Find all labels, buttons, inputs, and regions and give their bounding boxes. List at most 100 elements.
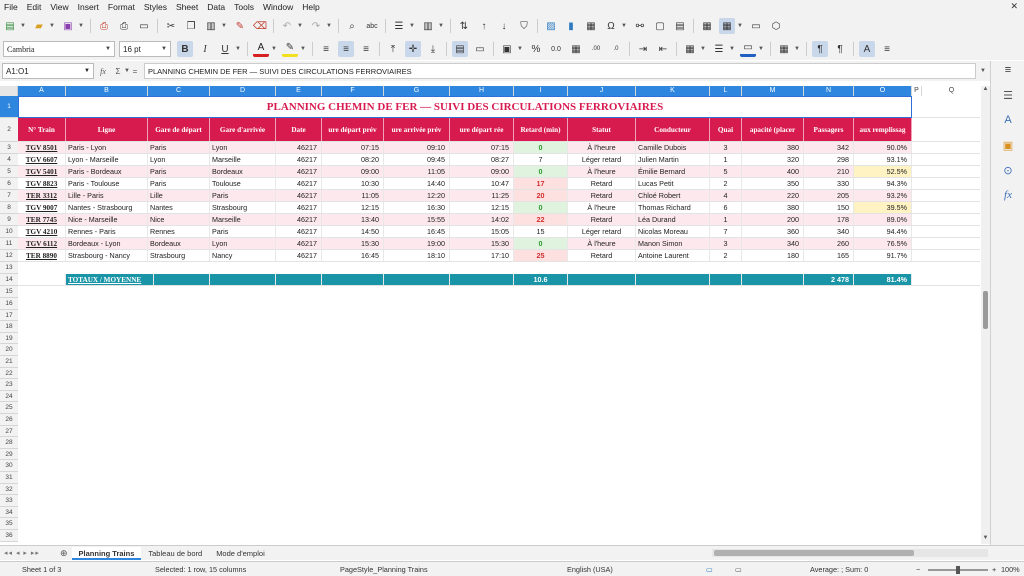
chevron-down-icon[interactable]: ▼: [326, 23, 333, 29]
table-cell[interactable]: 3: [710, 238, 742, 249]
insert-image-icon[interactable]: ▨: [543, 18, 559, 34]
totals-cell[interactable]: [710, 274, 742, 285]
chevron-down-icon[interactable]: ▼: [271, 46, 278, 52]
table-cell[interactable]: 1: [710, 214, 742, 225]
table-cell[interactable]: Nantes: [148, 202, 210, 213]
table-cell[interactable]: Paris: [148, 166, 210, 177]
menu-icon[interactable]: ≡: [1000, 64, 1016, 80]
row-header-1[interactable]: 1: [0, 96, 18, 118]
find-replace-icon[interactable]: ⌕: [344, 18, 360, 34]
row-header-34[interactable]: 34: [0, 506, 18, 519]
table-cell[interactable]: 13:40: [322, 214, 384, 225]
table-cell[interactable]: 11:05: [322, 190, 384, 201]
table-cell[interactable]: Retard: [568, 214, 636, 225]
table-cell[interactable]: 12:15: [450, 202, 514, 213]
row-header-4[interactable]: 4: [0, 154, 18, 166]
sort-descending-icon[interactable]: ↓: [496, 18, 512, 34]
table-cell[interactable]: 320: [742, 154, 804, 165]
chevron-down-icon[interactable]: ▼: [49, 23, 56, 29]
row-header-19[interactable]: 19: [0, 332, 18, 345]
table-cell[interactable]: 400: [742, 166, 804, 177]
row-header-28[interactable]: 28: [0, 437, 18, 449]
table-cell[interactable]: Marseille: [210, 154, 276, 165]
table-cell[interactable]: 2: [710, 178, 742, 189]
cut-icon[interactable]: ✂: [163, 18, 179, 34]
table-cell[interactable]: Lyon: [148, 154, 210, 165]
copy-icon[interactable]: ❐: [183, 18, 199, 34]
table-cell[interactable]: Manon Simon: [636, 238, 710, 249]
chevron-down-icon[interactable]: ▼: [438, 23, 445, 29]
table-cell[interactable]: 12:15: [322, 202, 384, 213]
table-cell[interactable]: 08:27: [450, 154, 514, 165]
spelling-icon[interactable]: abc: [364, 18, 380, 34]
table-cell[interactable]: 39.5%: [854, 202, 912, 213]
column-title[interactable]: Statut: [568, 118, 636, 141]
chevron-down-icon[interactable]: ▼: [84, 68, 90, 74]
bold-icon[interactable]: B: [177, 41, 193, 57]
border-style-icon[interactable]: ☰: [711, 41, 727, 57]
hyperlink-icon[interactable]: ⚯: [632, 18, 648, 34]
table-cell[interactable]: Paris: [148, 178, 210, 189]
chevron-down-icon[interactable]: ▼: [758, 46, 765, 52]
save-icon[interactable]: ▣: [60, 18, 76, 34]
table-cell[interactable]: 178: [804, 214, 854, 225]
table-cell[interactable]: 1: [710, 154, 742, 165]
row-header-36[interactable]: 36: [0, 530, 18, 542]
table-cell[interactable]: 09:00: [322, 166, 384, 177]
headers-footers-icon[interactable]: ▤: [672, 18, 688, 34]
table-cell[interactable]: Rennes: [148, 226, 210, 237]
column-header-p[interactable]: P: [912, 86, 922, 96]
zoom-slider[interactable]: [928, 566, 988, 574]
table-cell[interactable]: TER 7745: [18, 214, 66, 225]
row-header-5[interactable]: 5: [0, 166, 18, 178]
table-cell[interactable]: 91.7%: [854, 250, 912, 261]
formula-input[interactable]: PLANNING CHEMIN DE FER — SUIVI DES CIRCU…: [144, 63, 976, 79]
menu-styles[interactable]: Styles: [144, 2, 167, 12]
column-title[interactable]: Passagers: [804, 118, 854, 141]
undo-icon[interactable]: ↶: [279, 18, 295, 34]
left-to-right-icon[interactable]: ¶: [812, 41, 828, 57]
column-header-l[interactable]: L: [710, 86, 742, 96]
column-icon[interactable]: ▥: [420, 18, 436, 34]
table-cell[interactable]: 342: [804, 142, 854, 153]
scroll-up-icon[interactable]: ▲: [981, 86, 990, 95]
menu-view[interactable]: View: [50, 2, 68, 12]
table-cell[interactable]: Léger retard: [568, 154, 636, 165]
expand-formula-icon[interactable]: ▼: [976, 68, 990, 74]
font-name-combo[interactable]: Cambria ▼: [3, 41, 115, 57]
table-cell[interactable]: TGV 4210: [18, 226, 66, 237]
pivot-table-icon[interactable]: ▦: [583, 18, 599, 34]
menu-format[interactable]: Format: [108, 2, 135, 12]
table-cell[interactable]: 08:20: [322, 154, 384, 165]
table-cell[interactable]: Retard: [568, 190, 636, 201]
align-left-icon[interactable]: ≡: [318, 41, 334, 57]
table-cell[interactable]: Nantes - Strasbourg: [66, 202, 148, 213]
conditional-format-icon[interactable]: ▦: [776, 41, 792, 57]
sheet-title[interactable]: PLANNING CHEMIN DE FER — SUIVI DES CIRCU…: [18, 96, 912, 118]
table-cell[interactable]: 6: [710, 202, 742, 213]
table-cell[interactable]: Julien Martin: [636, 154, 710, 165]
row-header-3[interactable]: 3: [0, 142, 18, 154]
chevron-down-icon[interactable]: ▼: [20, 23, 27, 29]
column-header-j[interactable]: J: [568, 86, 636, 96]
row-header-17[interactable]: 17: [0, 309, 18, 322]
table-cell[interactable]: 22: [514, 214, 568, 225]
row-header-33[interactable]: 33: [0, 495, 18, 507]
paste-icon[interactable]: ▥: [203, 18, 219, 34]
column-title[interactable]: apacité (placer: [742, 118, 804, 141]
chevron-down-icon[interactable]: ▼: [235, 46, 242, 52]
row-header-24[interactable]: 24: [0, 390, 18, 403]
totals-cell[interactable]: [276, 274, 322, 285]
align-top-icon[interactable]: ⤒: [385, 41, 401, 57]
table-cell[interactable]: TER 3312: [18, 190, 66, 201]
gallery-icon[interactable]: ▣: [1000, 139, 1016, 155]
table-cell[interactable]: 10:47: [450, 178, 514, 189]
table-cell[interactable]: 200: [742, 214, 804, 225]
sort-ascending-icon[interactable]: ↑: [476, 18, 492, 34]
menu-help[interactable]: Help: [302, 2, 319, 12]
right-to-left-icon[interactable]: ¶: [832, 41, 848, 57]
row-header-26[interactable]: 26: [0, 414, 18, 426]
table-cell[interactable]: Bordeaux: [148, 238, 210, 249]
table-cell[interactable]: 15:30: [322, 238, 384, 249]
column-header-b[interactable]: B: [66, 86, 148, 96]
